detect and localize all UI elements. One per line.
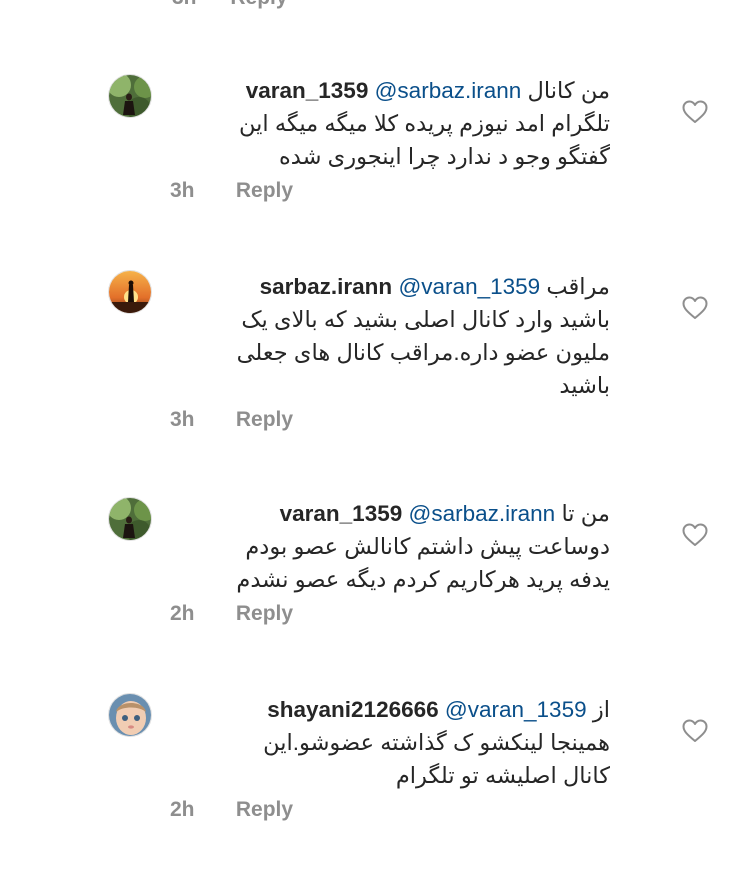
comment-line: دوساعت پیش داشتم کانالش عصو بودم bbox=[245, 534, 610, 559]
avatar-photo bbox=[109, 75, 151, 117]
comment-line: از bbox=[592, 697, 610, 722]
comment-mention[interactable]: @varan_1359 bbox=[445, 697, 587, 722]
avatar-photo bbox=[109, 271, 151, 313]
heart-outline-icon[interactable] bbox=[682, 100, 708, 124]
comment-meta: 2h Reply bbox=[170, 602, 610, 626]
comment-text: varan_1359 @sarbaz.irann من کانال تلگرام… bbox=[170, 74, 610, 173]
reply-button[interactable]: Reply bbox=[236, 798, 293, 821]
comment-meta: 3h Reply bbox=[170, 408, 610, 432]
avatar-photo bbox=[109, 694, 151, 736]
avatar-varan-1359[interactable] bbox=[108, 497, 152, 541]
comment-line: من کانال bbox=[527, 78, 610, 103]
comment-line: باشید وارد کانال اصلی بشید که بالای یک bbox=[241, 307, 610, 332]
avatar-shayani2126666[interactable] bbox=[108, 693, 152, 737]
comment-text: sarbaz.irann @varan_1359 مراقب باشید وار… bbox=[170, 270, 610, 402]
comment-line: همینجا لینکشو ک گذاشته عضوشو.این bbox=[263, 730, 610, 755]
avatar-photo bbox=[109, 498, 151, 540]
comments-page: 3h Reply varan_1359 @sarbaz.irann من کان… bbox=[0, 0, 750, 871]
comment-time: 3h bbox=[170, 179, 195, 202]
comment-time: 2h bbox=[170, 798, 195, 821]
comment-time: 3h bbox=[172, 0, 197, 9]
comment-time: 3h bbox=[170, 408, 195, 431]
reply-button[interactable]: Reply bbox=[230, 0, 287, 9]
comment-line: من تا bbox=[561, 501, 610, 526]
comment-mention[interactable]: @sarbaz.irann bbox=[409, 501, 556, 526]
comment-time: 2h bbox=[170, 602, 195, 625]
comment-meta: 2h Reply bbox=[170, 798, 610, 822]
comment-line: یدفه پرید هرکاریم کردم دیگه عصو نشدم bbox=[236, 567, 610, 592]
comment-line: گفتگو وجو د ندارد چرا اینجوری شده bbox=[278, 144, 610, 169]
comment-username[interactable]: varan_1359 bbox=[246, 78, 369, 103]
comment-username[interactable]: varan_1359 bbox=[280, 501, 403, 526]
comment-mention[interactable]: @sarbaz.irann bbox=[375, 78, 522, 103]
comment-username[interactable]: sarbaz.irann bbox=[260, 274, 393, 299]
comment-mention[interactable]: @varan_1359 bbox=[398, 274, 540, 299]
comment-line: کانال اصلیشه تو تلگرام bbox=[395, 763, 610, 788]
comment-username[interactable]: shayani2126666 bbox=[267, 697, 438, 722]
heart-outline-icon[interactable] bbox=[682, 719, 708, 743]
comment-line: باشید bbox=[559, 373, 610, 398]
reply-button[interactable]: Reply bbox=[236, 602, 293, 625]
comment-meta: 3h Reply bbox=[170, 179, 610, 203]
comment-text: varan_1359 @sarbaz.irann من تا دوساعت پی… bbox=[170, 497, 610, 596]
heart-outline-icon[interactable] bbox=[682, 296, 708, 320]
comment-text: shayani2126666 @varan_1359 از همینجا لین… bbox=[170, 693, 610, 792]
comment-line: مراقب bbox=[546, 274, 610, 299]
avatar-sarbaz-irann[interactable] bbox=[108, 270, 152, 314]
comment-line: ملیون عضو داره.مراقب کانال های جعلی bbox=[236, 340, 610, 365]
comment-line: تلگرام امد نیوزم پریده کلا میگه میگه این bbox=[238, 111, 610, 136]
heart-outline-icon[interactable] bbox=[682, 523, 708, 547]
clipped-comment-meta: 3h Reply bbox=[172, 0, 288, 10]
reply-button[interactable]: Reply bbox=[236, 179, 293, 202]
reply-button[interactable]: Reply bbox=[236, 408, 293, 431]
avatar-varan-1359[interactable] bbox=[108, 74, 152, 118]
